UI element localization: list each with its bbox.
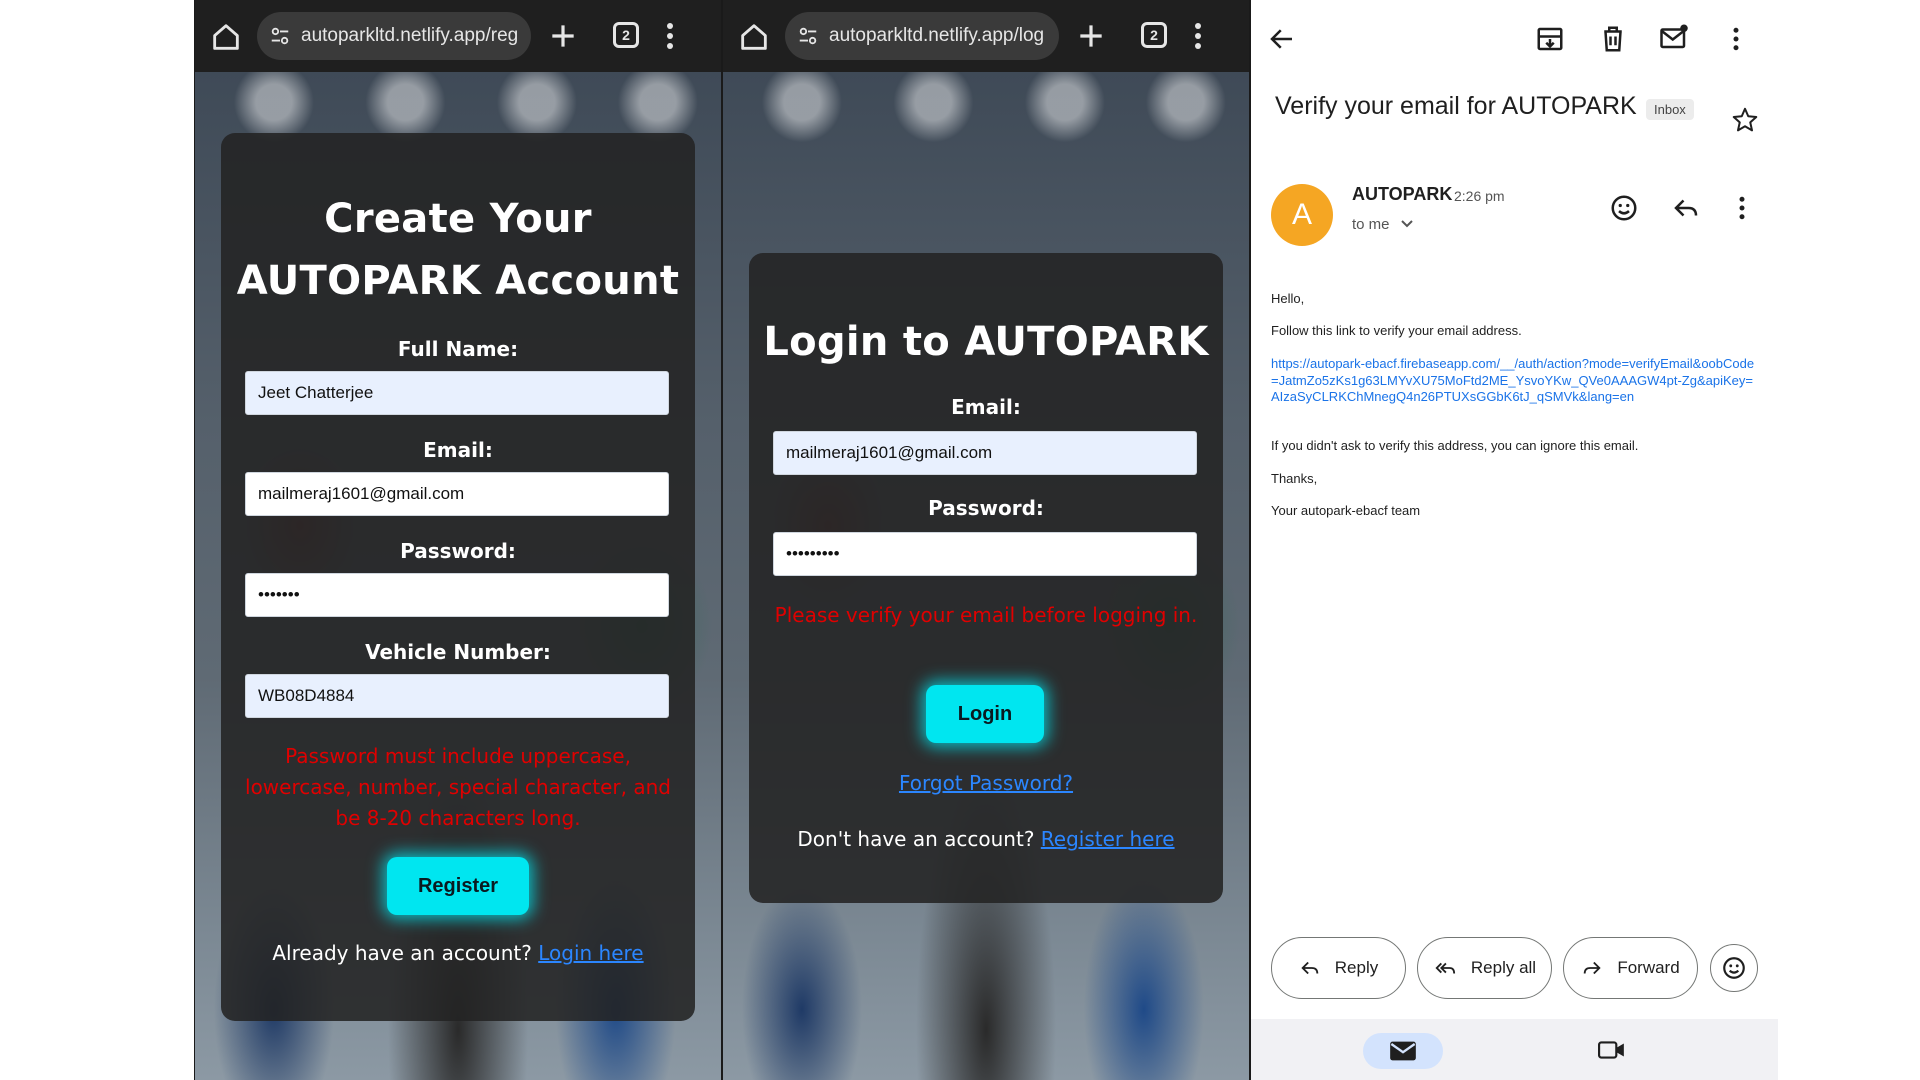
site-info-icon[interactable]: [269, 25, 291, 47]
reply-all-button[interactable]: Reply all: [1417, 937, 1552, 999]
menu-icon[interactable]: [1727, 193, 1757, 223]
reply-label: Reply: [1334, 958, 1379, 977]
site-info-icon[interactable]: [797, 25, 819, 47]
browser-toolbar: autoparkltd.netlify.app/log 2: [723, 0, 1249, 72]
login-prompt-text: Already have an account?: [272, 941, 532, 965]
vehicle-number-value: WB08D4884: [258, 686, 355, 705]
gmail-toolbar: [1251, 0, 1778, 80]
verify-email-link[interactable]: https://autopark-ebacf.firebaseapp.com/_…: [1271, 356, 1761, 406]
new-tab-icon[interactable]: [547, 20, 579, 52]
vehicle-number-label: Vehicle Number:: [365, 640, 551, 664]
tab-count: 2: [1150, 27, 1158, 43]
email-label: Email:: [423, 438, 493, 462]
full-name-label: Full Name:: [397, 337, 519, 361]
login-link[interactable]: Login here: [538, 941, 643, 965]
login-phone-screen: autoparkltd.netlify.app/log 2 Login to A…: [723, 0, 1249, 1080]
mark-unread-icon[interactable]: [1659, 22, 1689, 52]
forgot-password-link[interactable]: Forgot Password?: [899, 771, 1073, 795]
menu-icon[interactable]: [1193, 22, 1203, 50]
register-button[interactable]: Register: [387, 857, 529, 915]
tab-switcher-icon[interactable]: 2: [1141, 22, 1167, 48]
forward-icon: [1584, 961, 1601, 975]
nav-mail[interactable]: [1363, 1033, 1443, 1069]
email-label: Email:: [951, 395, 1021, 419]
login-prompt: Already have an account? Login here: [221, 941, 695, 965]
full-name-input[interactable]: Jeet Chatterjee: [245, 371, 669, 415]
login-form-card: Login to AUTOPARK Email: mailmeraj1601@g…: [749, 253, 1223, 903]
bottom-navigation: [1251, 1019, 1778, 1080]
forward-button[interactable]: Forward: [1563, 937, 1698, 999]
forgot-password-row: Forgot Password?: [749, 771, 1223, 795]
react-button[interactable]: [1710, 944, 1758, 992]
password-input[interactable]: •••••••••: [773, 532, 1197, 576]
recipient-text: to me: [1352, 216, 1390, 233]
password-input[interactable]: •••••••: [245, 573, 669, 617]
reply-button[interactable]: Reply: [1271, 937, 1406, 999]
page-title: Create Your AUTOPARK Account: [221, 188, 695, 312]
back-arrow-icon[interactable]: [1267, 24, 1297, 54]
reply-all-label: Reply all: [1470, 958, 1537, 977]
video-icon[interactable]: [1598, 1039, 1626, 1061]
email-input[interactable]: mailmeraj1601@gmail.com: [773, 431, 1197, 475]
menu-icon[interactable]: [665, 22, 675, 50]
address-bar[interactable]: autoparkltd.netlify.app/reg: [257, 12, 531, 60]
email-value: mailmeraj1601@gmail.com: [786, 443, 993, 462]
mail-icon: [1390, 1041, 1416, 1061]
verify-email-error: Please verify your email before logging …: [774, 603, 1198, 627]
gmail-phone-screen: Verify your email for AUTOPARK Inbox A A…: [1251, 0, 1778, 1080]
password-label: Password:: [928, 496, 1044, 520]
email-greeting: Hello,: [1271, 291, 1305, 306]
email-signature: Your autopark-ebacf team: [1271, 503, 1421, 518]
password-label: Password:: [400, 539, 516, 563]
delete-icon[interactable]: [1598, 24, 1628, 54]
password-value: •••••••: [258, 585, 300, 604]
sender-name[interactable]: AUTOPARK: [1352, 184, 1452, 205]
email-thanks: Thanks,: [1271, 471, 1318, 486]
forward-label: Forward: [1617, 958, 1680, 977]
url-text: autoparkltd.netlify.app/reg: [301, 25, 519, 46]
full-name-value: Jeet Chatterjee: [258, 383, 374, 402]
home-icon[interactable]: [737, 20, 771, 54]
email-subject: Verify your email for AUTOPARK: [1275, 92, 1637, 120]
page-title: Login to AUTOPARK: [763, 319, 1209, 365]
new-tab-icon[interactable]: [1075, 20, 1107, 52]
recipient-details[interactable]: to me: [1352, 216, 1414, 233]
email-ignore-note: If you didn't ask to verify this address…: [1271, 438, 1639, 453]
star-icon[interactable]: [1730, 105, 1760, 135]
tab-switcher-icon[interactable]: 2: [613, 22, 639, 48]
password-value: •••••••••: [786, 544, 840, 563]
archive-icon[interactable]: [1535, 24, 1565, 54]
title-line-1: Create Your: [324, 196, 592, 242]
title-line-2: AUTOPARK Account: [236, 258, 680, 304]
avatar[interactable]: A: [1271, 184, 1333, 246]
register-prompt-text: Don't have an account?: [797, 827, 1035, 851]
register-prompt: Don't have an account? Register here: [749, 827, 1223, 851]
reply-all-icon: [1435, 962, 1455, 974]
email-timestamp: 2:26 pm: [1454, 188, 1505, 204]
emoji-icon: [1723, 957, 1745, 979]
email-input[interactable]: mailmeraj1601@gmail.com: [245, 472, 669, 516]
register-phone-screen: autoparkltd.netlify.app/reg 2 Create You…: [195, 0, 721, 1080]
register-form-card: Create Your AUTOPARK Account Full Name: …: [221, 133, 695, 1021]
email-instruction: Follow this link to verify your email ad…: [1271, 323, 1522, 338]
screenshot-stage: autoparkltd.netlify.app/reg 2 Create You…: [0, 0, 1920, 1080]
tab-count: 2: [622, 27, 630, 43]
emoji-icon[interactable]: [1609, 193, 1639, 223]
home-icon[interactable]: [209, 20, 243, 54]
email-value: mailmeraj1601@gmail.com: [258, 484, 465, 503]
vehicle-number-input[interactable]: WB08D4884: [245, 674, 669, 718]
reply-icon: [1301, 961, 1319, 975]
browser-toolbar: autoparkltd.netlify.app/reg 2: [195, 0, 721, 72]
login-button[interactable]: Login: [926, 685, 1044, 743]
password-error-message: Password must include uppercase, lowerca…: [245, 744, 671, 830]
register-link[interactable]: Register here: [1041, 827, 1175, 851]
menu-icon[interactable]: [1721, 24, 1751, 54]
url-text: autoparkltd.netlify.app/log: [829, 25, 1045, 46]
chevron-down-icon: [1400, 220, 1413, 228]
reply-icon[interactable]: [1671, 193, 1701, 223]
inbox-label-chip[interactable]: Inbox: [1646, 99, 1694, 120]
address-bar[interactable]: autoparkltd.netlify.app/log: [785, 12, 1059, 60]
